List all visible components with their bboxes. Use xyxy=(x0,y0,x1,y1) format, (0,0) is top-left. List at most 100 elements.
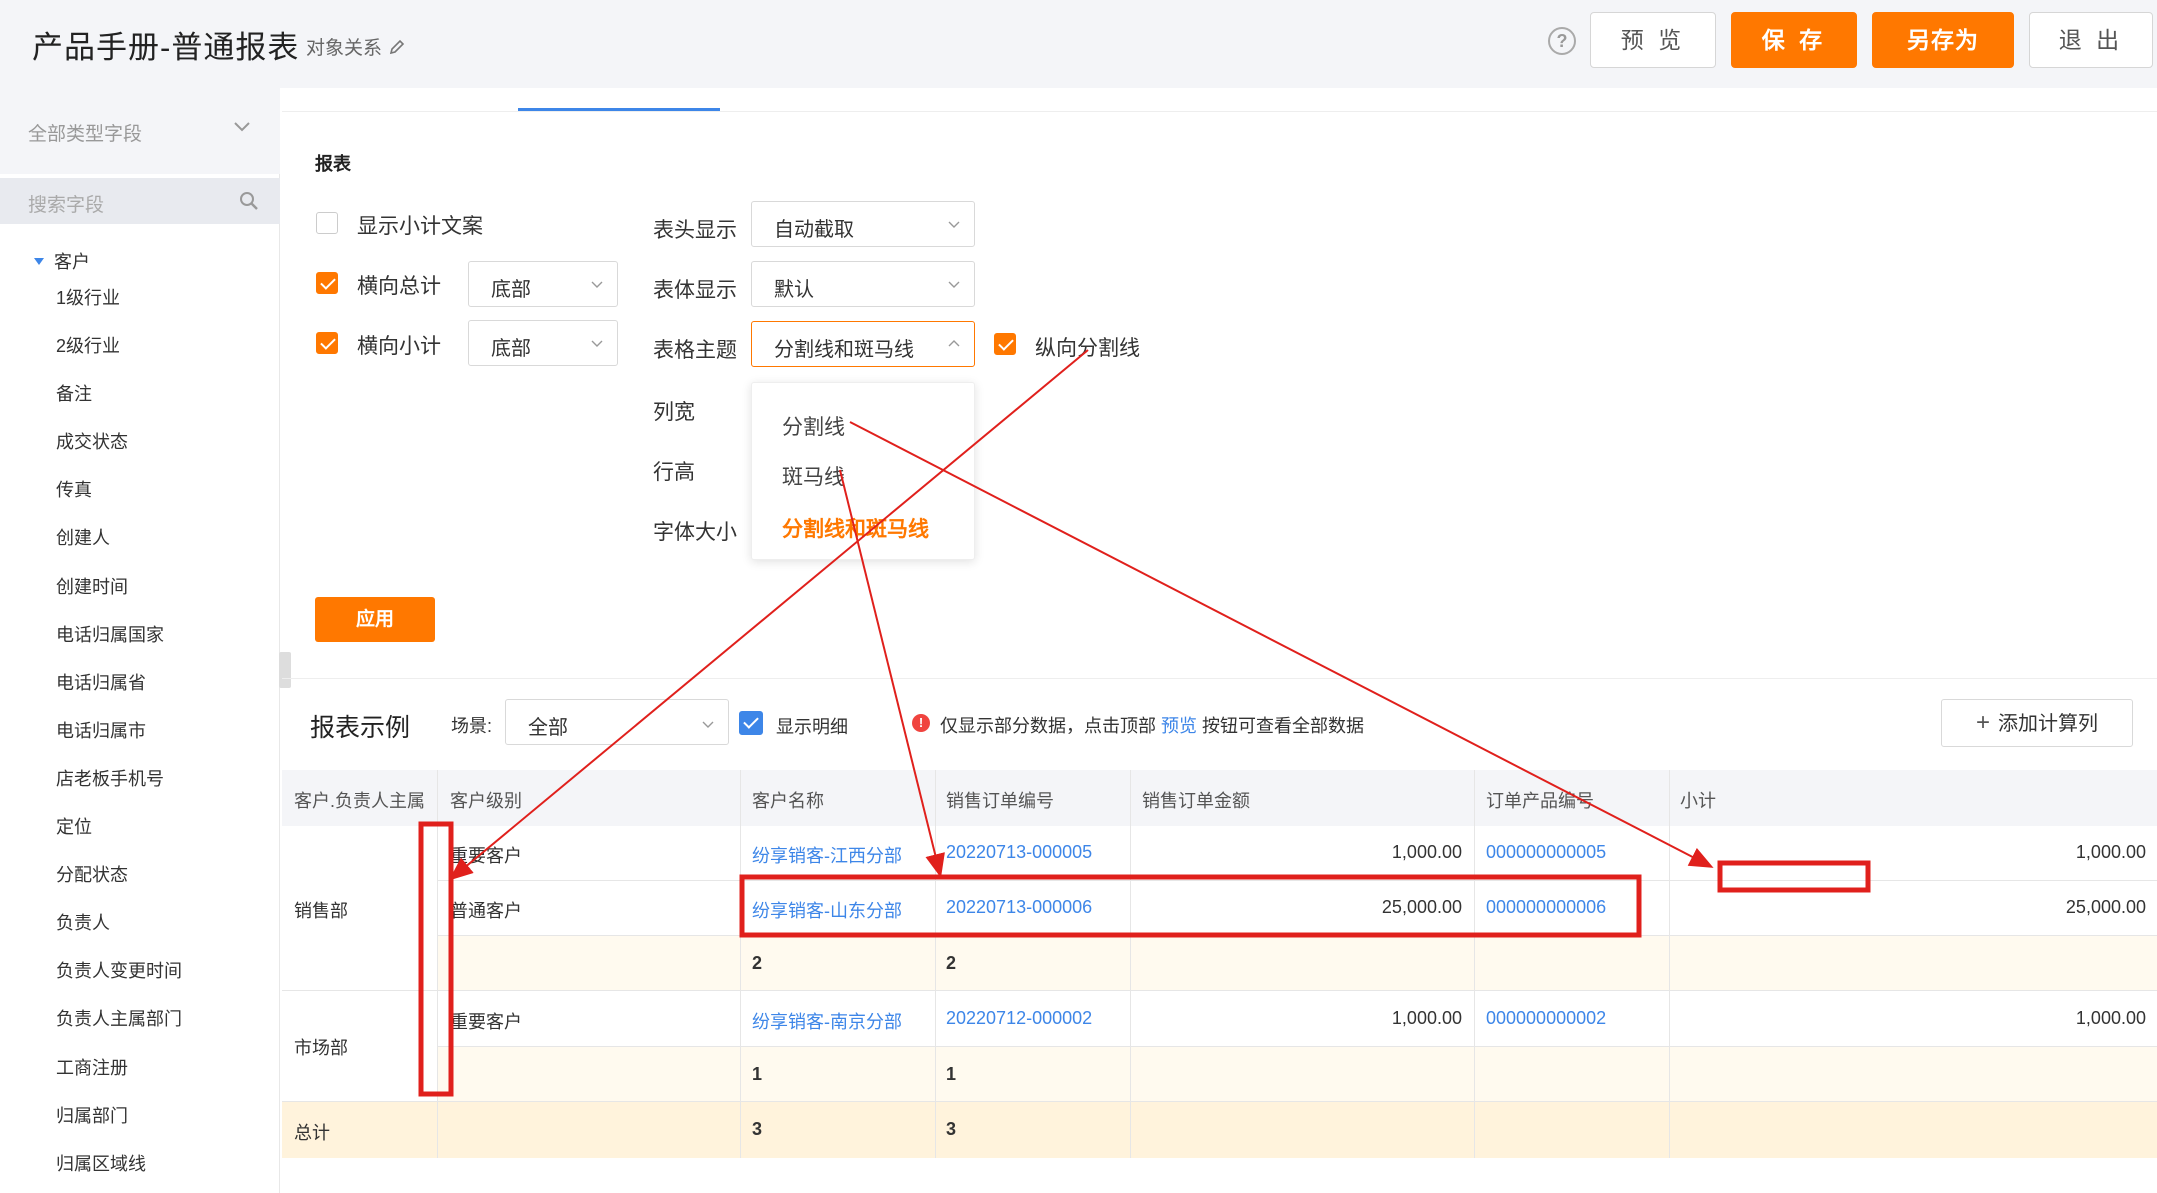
field-item[interactable]: 电话归属国家 xyxy=(56,623,182,671)
add-calculated-column-button[interactable]: + 添加计算列 xyxy=(1941,699,2133,747)
save-as-button[interactable]: 另存为 xyxy=(1872,12,2014,68)
table-row-subtotal xyxy=(282,936,2157,991)
col-header-order-amount: 销售订单金额 xyxy=(1142,791,1250,811)
show-detail-checkbox[interactable] xyxy=(739,711,763,735)
col-divider xyxy=(1474,770,1475,1158)
horizontal-subtotal-select[interactable]: 底部 xyxy=(468,320,618,366)
field-search-placeholder: 搜索字段 xyxy=(28,195,105,216)
tree-group-label: 客户 xyxy=(54,252,90,272)
chevron-down-icon xyxy=(591,340,603,347)
notice-preview-link[interactable]: 预览 xyxy=(1161,716,1197,736)
horizontal-total-value: 底部 xyxy=(491,279,531,301)
horizontal-subtotal-label: 横向小计 xyxy=(357,335,441,358)
col-divider xyxy=(935,770,936,1158)
cell-total-label: 总计 xyxy=(294,1123,330,1143)
scene-select[interactable]: 全部 xyxy=(505,699,729,745)
scene-label: 场景: xyxy=(451,716,493,736)
field-search-input[interactable]: 搜索字段 xyxy=(0,178,280,224)
theme-select[interactable]: 分割线和斑马线 xyxy=(751,321,975,367)
cell-level: 重要客户 xyxy=(450,846,522,866)
cell-count: 1 xyxy=(752,1064,763,1084)
pencil-icon xyxy=(389,39,405,54)
save-button[interactable]: 保 存 xyxy=(1731,12,1857,68)
field-item[interactable]: 2级行业 xyxy=(56,334,182,382)
tab-bar-rule xyxy=(282,111,2157,112)
field-item[interactable]: 工商注册 xyxy=(56,1056,182,1104)
chevron-down-icon xyxy=(234,122,250,132)
theme-option-divider[interactable]: 分割线 xyxy=(782,411,845,441)
header-display-select[interactable]: 自动截取 xyxy=(751,201,975,247)
cell-amount: 1,000.00 xyxy=(1391,842,1462,862)
col-divider xyxy=(1130,770,1131,1158)
field-item[interactable]: 电话归属市 xyxy=(56,719,182,767)
cell-product-link[interactable]: 000000000006 xyxy=(1486,897,1606,918)
field-item[interactable]: 电话归属省 xyxy=(56,671,182,719)
field-item[interactable]: 1级行业 xyxy=(56,286,182,334)
col-header-dept: 客户.负责人主属 xyxy=(294,791,426,811)
cell-order-link[interactable]: 20220713-000005 xyxy=(946,842,1092,863)
horizontal-subtotal-value: 底部 xyxy=(491,338,531,360)
apply-button[interactable]: 应用 xyxy=(315,597,435,642)
field-item[interactable]: 备注 xyxy=(56,382,182,430)
cell-count: 3 xyxy=(946,1119,957,1139)
active-tab-indicator xyxy=(518,108,720,111)
cell-dept: 销售部 xyxy=(294,901,348,921)
horizontal-subtotal-checkbox[interactable] xyxy=(316,332,338,354)
theme-value: 分割线和斑马线 xyxy=(774,339,914,361)
font-size-label: 字体大小 xyxy=(653,521,737,544)
page-title: 产品手册-普通报表 xyxy=(32,30,300,65)
show-subtotal-text-checkbox[interactable] xyxy=(316,212,338,234)
sidebar-resize-handle[interactable] xyxy=(279,652,291,688)
horizontal-total-select[interactable]: 底部 xyxy=(468,261,618,307)
cell-count: 1 xyxy=(946,1064,957,1084)
horizontal-total-checkbox[interactable] xyxy=(316,272,338,294)
cell-order-link[interactable]: 20220713-000006 xyxy=(946,897,1092,918)
body-display-select[interactable]: 默认 xyxy=(751,261,975,307)
cell-product-link[interactable]: 000000000002 xyxy=(1486,1008,1606,1029)
field-list: 1级行业 2级行业 备注 成交状态 传真 创建人 创建时间 电话归属国家 电话归属省 电话归属市店… xyxy=(56,286,182,1193)
section-divider xyxy=(282,678,2157,679)
col-header-product-no: 订单产品编号 xyxy=(1486,791,1594,811)
object-relation-link[interactable]: 对象关系 xyxy=(306,33,406,60)
cell-order-link[interactable]: 20220712-000002 xyxy=(946,1008,1092,1029)
field-type-value: 全部类型字段 xyxy=(28,124,143,145)
col-divider xyxy=(740,770,741,1158)
preview-button[interactable]: 预 览 xyxy=(1590,12,1716,68)
cell-customer-link[interactable]: 纷享销客-南京分部 xyxy=(752,1008,902,1034)
field-item[interactable]: 店老板手机号 xyxy=(56,767,182,815)
field-item[interactable]: 传真 xyxy=(56,478,182,526)
field-type-select[interactable]: 全部类型字段 xyxy=(0,88,280,174)
table-row-subtotal xyxy=(282,1047,2157,1102)
help-icon[interactable]: ? xyxy=(1548,27,1576,55)
cell-subtotal: 1,000.00 xyxy=(2075,1008,2146,1028)
example-title: 报表示例 xyxy=(310,714,411,742)
field-item[interactable]: 归属区域线 xyxy=(56,1152,182,1193)
field-item[interactable]: 分配状态 xyxy=(56,863,182,911)
field-item[interactable]: 归属部门 xyxy=(56,1104,182,1152)
header-display-label: 表头显示 xyxy=(653,219,737,242)
field-item[interactable]: 创建时间 xyxy=(56,575,182,623)
field-item[interactable]: 负责人主属部门 xyxy=(56,1007,182,1055)
field-item[interactable]: 定位 xyxy=(56,815,182,863)
tree-group-customer[interactable]: 客户 xyxy=(34,248,90,274)
cell-customer-link[interactable]: 纷享销客-江西分部 xyxy=(752,842,902,868)
field-item[interactable]: 负责人变更时间 xyxy=(56,959,182,1007)
theme-option-divider-zebra[interactable]: 分割线和斑马线 xyxy=(782,513,929,543)
col-divider xyxy=(1669,770,1670,1158)
cell-customer-link[interactable]: 纷享销客-山东分部 xyxy=(752,897,902,923)
vertical-divider-checkbox[interactable] xyxy=(994,333,1016,355)
search-icon xyxy=(240,192,258,210)
chevron-down-icon xyxy=(702,721,714,728)
row-divider xyxy=(437,935,2157,936)
body-display-value: 默认 xyxy=(774,279,814,301)
header-display-value: 自动截取 xyxy=(774,219,854,241)
exit-button[interactable]: 退 出 xyxy=(2029,12,2153,68)
theme-option-zebra[interactable]: 斑马线 xyxy=(782,461,845,491)
field-item[interactable]: 创建人 xyxy=(56,526,182,574)
row-divider xyxy=(282,990,2157,991)
field-item[interactable]: 成交状态 xyxy=(56,430,182,478)
plus-icon: + xyxy=(1975,709,1990,736)
cell-product-link[interactable]: 000000000005 xyxy=(1486,842,1606,863)
warning-icon: ! xyxy=(912,714,930,732)
field-item[interactable]: 负责人 xyxy=(56,911,182,959)
